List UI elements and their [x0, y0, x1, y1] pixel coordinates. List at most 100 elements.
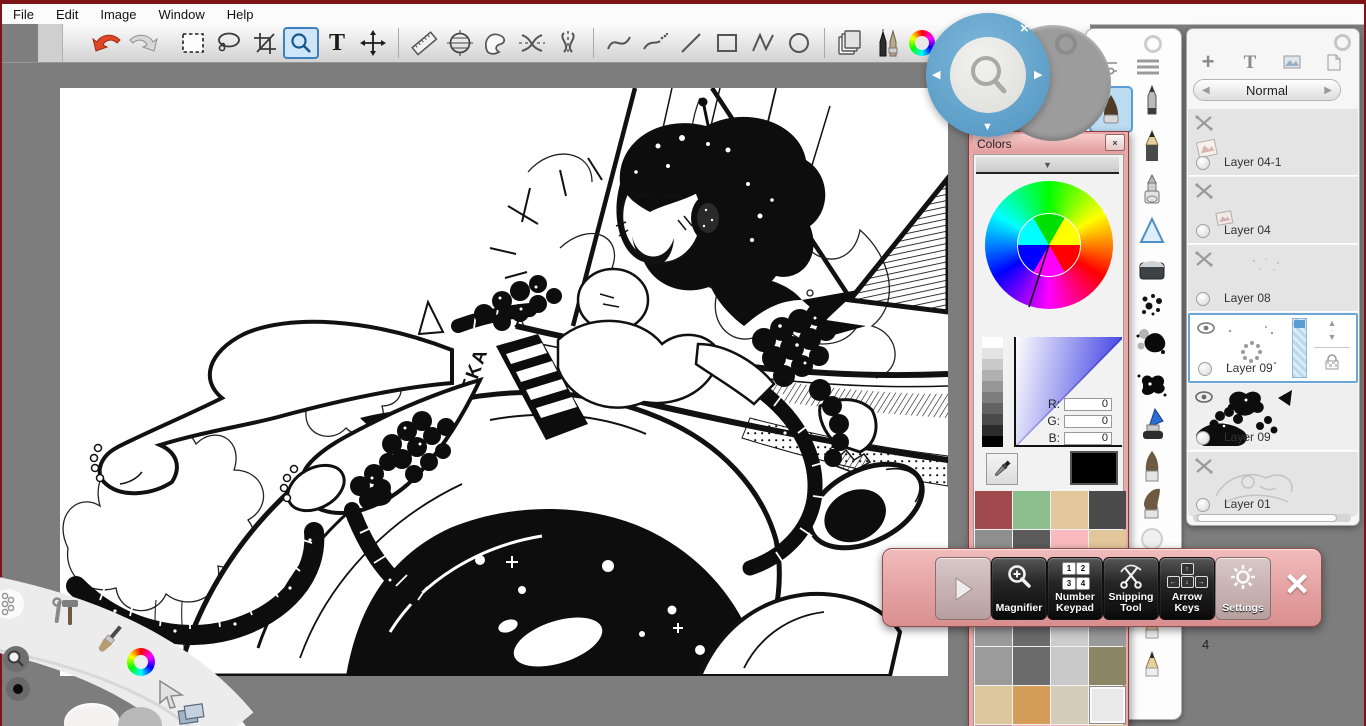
zoom-puck-dial[interactable]: [950, 37, 1026, 113]
image-layer-button[interactable]: [1275, 51, 1309, 73]
puck-down-icon[interactable]: ▼: [982, 121, 993, 133]
layer-radio[interactable]: [1196, 498, 1210, 512]
lagoon-tools-icon[interactable]: [48, 595, 84, 631]
undo-icon[interactable]: [89, 27, 125, 59]
puck-close-icon[interactable]: ×: [1020, 20, 1029, 37]
layer-opacity-slider[interactable]: [1292, 318, 1307, 378]
layer-row[interactable]: Layer 04: [1188, 177, 1358, 244]
visibility-hidden-icon[interactable]: [1195, 115, 1213, 131]
palette-swatch[interactable]: [1089, 647, 1126, 685]
number-keypad-button[interactable]: 1 2 3 4 Number Keypad: [1047, 557, 1103, 620]
menu-image[interactable]: Image: [89, 7, 147, 22]
palette-swatch[interactable]: [1013, 647, 1050, 685]
eyedropper-button[interactable]: [986, 453, 1018, 485]
lagoon-color-dot-icon[interactable]: [6, 677, 30, 701]
brush-flat[interactable]: [1130, 485, 1174, 521]
layer-radio[interactable]: [1196, 431, 1210, 445]
crop-icon[interactable]: [247, 27, 283, 59]
layer-radio[interactable]: [1196, 224, 1210, 238]
french-curve-icon[interactable]: [478, 27, 514, 59]
zoom-puck[interactable]: [926, 13, 1050, 137]
move-tool-icon[interactable]: [355, 27, 391, 59]
symmetry-icon[interactable]: [550, 27, 586, 59]
opacity-slider-thumb[interactable]: [1294, 320, 1305, 328]
lasso-select-icon[interactable]: [211, 27, 247, 59]
brush-splatter[interactable]: [1130, 325, 1174, 361]
layer-radio[interactable]: [1196, 292, 1210, 306]
palette-swatch-selected[interactable]: [1089, 686, 1126, 724]
lagoon-grip-icon[interactable]: [0, 587, 26, 621]
palette-swatch[interactable]: [1013, 491, 1050, 529]
blend-mode-selector[interactable]: ◀ Normal ▶: [1193, 79, 1341, 101]
brushes-icon[interactable]: [868, 27, 904, 59]
menu-help[interactable]: Help: [216, 7, 265, 22]
brush-eraser[interactable]: [1130, 251, 1174, 287]
hue-wheel[interactable]: [985, 181, 1113, 309]
visibility-visible-icon[interactable]: [1195, 390, 1213, 406]
draw-rect-icon[interactable]: [709, 27, 745, 59]
add-layer-button[interactable]: +: [1191, 49, 1225, 74]
settings-button[interactable]: Settings: [1215, 557, 1271, 620]
palette-swatch[interactable]: [1051, 686, 1088, 724]
lagoon-layers-icon[interactable]: [176, 703, 208, 726]
layers-scrollbar[interactable]: [1193, 514, 1351, 522]
draw-curve-icon[interactable]: [601, 27, 637, 59]
toolbar-close-icon[interactable]: ×: [1277, 557, 1317, 612]
text-layer-button[interactable]: T: [1233, 51, 1267, 73]
layers-panel-grip[interactable]: [1334, 34, 1351, 51]
pages-icon[interactable]: [832, 27, 868, 59]
palette-swatch[interactable]: [975, 491, 1012, 529]
brush-airbrush[interactable]: [1130, 173, 1174, 209]
visibility-hidden-icon[interactable]: [1195, 458, 1213, 474]
colors-dropdown-bar[interactable]: ▼: [976, 157, 1119, 174]
layer-radio[interactable]: [1196, 156, 1210, 170]
ellipse-guide-icon[interactable]: [442, 27, 478, 59]
distort-icon[interactable]: [514, 27, 550, 59]
layer-row[interactable]: Layer 09: [1188, 384, 1358, 451]
layer-reorder-spinner[interactable]: ▲ ▼: [1328, 319, 1337, 342]
brush-menu-icon[interactable]: [1134, 57, 1162, 77]
text-tool-icon[interactable]: T: [319, 27, 355, 59]
menu-edit[interactable]: Edit: [45, 7, 89, 22]
brush-round[interactable]: [1130, 449, 1174, 485]
lagoon-pod-right[interactable]: [118, 707, 162, 726]
redo-icon[interactable]: [125, 27, 161, 59]
palette-swatch[interactable]: [1051, 647, 1088, 685]
layer-row[interactable]: Layer 04-1: [1188, 109, 1358, 176]
rect-select-icon[interactable]: [175, 27, 211, 59]
brush-splatter-2[interactable]: [1130, 367, 1174, 403]
r-value-field[interactable]: 0: [1064, 397, 1112, 411]
draw-line-icon[interactable]: [673, 27, 709, 59]
lagoon-zoom-icon[interactable]: [3, 646, 29, 672]
puck-right-icon[interactable]: ▶: [1034, 68, 1042, 81]
snipping-tool-button[interactable]: Snipping Tool: [1103, 557, 1159, 620]
brush-highlighter-wedge[interactable]: [1130, 213, 1174, 249]
layer-radio[interactable]: [1198, 362, 1212, 376]
blend-prev-icon[interactable]: ◀: [1202, 85, 1210, 96]
layer-row[interactable]: Layer 01: [1188, 452, 1358, 518]
ruler-icon[interactable]: [406, 27, 442, 59]
draw-dotted-curve-icon[interactable]: [637, 27, 673, 59]
zoom-tool-icon[interactable]: [283, 27, 319, 59]
brush-ballpoint-pen[interactable]: 1: [1130, 83, 1210, 119]
colors-panel-close-button[interactable]: ×: [1105, 134, 1125, 151]
expand-button[interactable]: [935, 557, 991, 620]
lagoon-brush-icon[interactable]: [92, 621, 128, 657]
brush-marker[interactable]: [1130, 407, 1174, 443]
blend-next-icon[interactable]: ▶: [1324, 85, 1332, 96]
layer-row-selected[interactable]: Layer 09 ▲ ▼: [1188, 313, 1358, 383]
layer-row[interactable]: Layer 08: [1188, 245, 1358, 312]
palette-swatch[interactable]: [975, 647, 1012, 685]
visibility-hidden-icon[interactable]: [1195, 251, 1213, 267]
arrow-keys-button[interactable]: ↑ ← ↓ → Arrow Keys: [1159, 557, 1215, 620]
magnifier-button[interactable]: Magnifier: [991, 557, 1047, 620]
draw-ellipse-icon[interactable]: [781, 27, 817, 59]
brush-panel-grip[interactable]: [1144, 35, 1162, 53]
current-color-swatch[interactable]: [1070, 451, 1118, 485]
layers-scrollbar-thumb[interactable]: [1197, 514, 1337, 522]
brush-pencil-4[interactable]: 4: [1130, 637, 1209, 683]
brush-pencil-2b[interactable]: 2B: [1130, 129, 1215, 165]
g-value-field[interactable]: 0: [1064, 414, 1112, 428]
palette-swatch[interactable]: [1089, 491, 1126, 529]
grayscale-strip[interactable]: [982, 337, 1003, 447]
